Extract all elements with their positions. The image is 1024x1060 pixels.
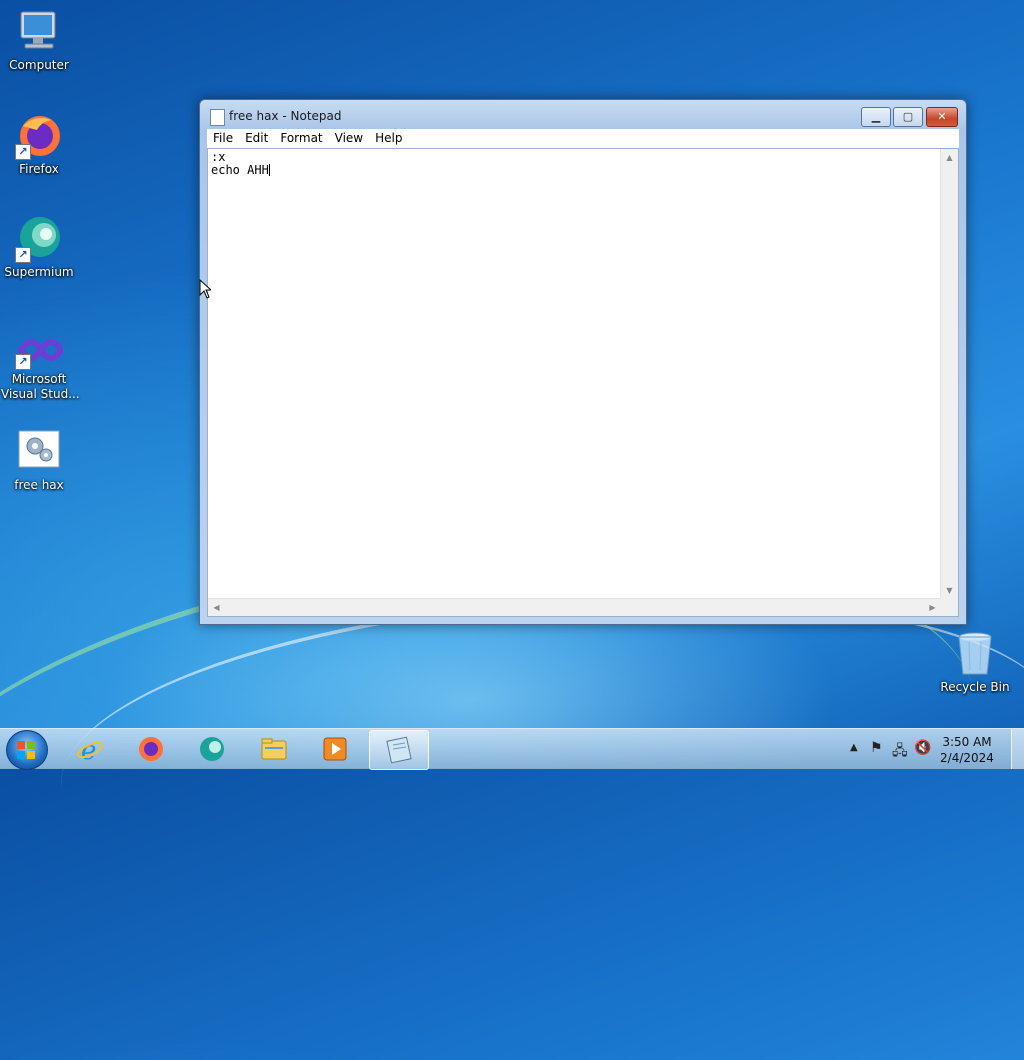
resize-grip-icon[interactable] (941, 599, 958, 616)
desktop-icon-label: Microsoft Visual Stud... (1, 372, 80, 401)
desktop-icon-visual-studio[interactable]: ↗ Microsoft Visual Stud... (1, 330, 80, 402)
menu-help[interactable]: Help (369, 129, 408, 148)
taskbar-supermium[interactable] (183, 730, 241, 768)
notepad-icon (386, 736, 412, 764)
desktop-icon-label: free hax (14, 478, 64, 492)
file-explorer-icon (261, 738, 287, 760)
menu-view[interactable]: View (329, 129, 369, 148)
computer-icon (15, 8, 63, 56)
window-title: free hax - Notepad (229, 109, 342, 123)
desktop-icon-free-hax[interactable]: free hax (1, 428, 77, 493)
shortcut-arrow-icon: ↗ (15, 247, 31, 263)
scroll-right-icon[interactable]: ▶ (924, 599, 941, 616)
desktop-icon-recycle-bin[interactable]: Recycle Bin (937, 630, 1013, 695)
scroll-up-icon[interactable]: ▲ (941, 149, 958, 166)
desktop-icon-label: Recycle Bin (940, 680, 1010, 694)
shortcut-arrow-icon: ↗ (15, 354, 31, 370)
batch-file-icon (15, 428, 63, 476)
menu-bar: File Edit Format View Help (207, 129, 959, 148)
maximize-button[interactable]: ▢ (893, 107, 923, 127)
close-icon: ✕ (937, 110, 947, 123)
horizontal-scrollbar[interactable]: ◀ ▶ (208, 598, 941, 616)
start-button[interactable] (6, 730, 48, 770)
svg-text:e: e (81, 736, 96, 763)
show-desktop-button[interactable] (1011, 729, 1024, 769)
desktop-icon-label: Supermium (4, 265, 74, 279)
editor-content[interactable]: :x echo AHH (211, 151, 938, 596)
show-hidden-icons-icon[interactable]: ▲ (850, 742, 858, 753)
taskbar-file-explorer[interactable] (245, 730, 303, 768)
clock[interactable]: 3:50 AM 2/4/2024 (937, 734, 997, 766)
taskbar-internet-explorer[interactable]: e (61, 730, 119, 768)
taskbar: e ▲ ⚑ 🖧 🔇 3:50 AM 2/4/2024 (0, 728, 1024, 770)
text-caret (268, 164, 270, 176)
scroll-down-icon[interactable]: ▼ (941, 582, 958, 599)
notepad-icon (210, 109, 225, 126)
firefox-icon: ↗ (15, 112, 63, 160)
menu-file[interactable]: File (207, 129, 239, 148)
desktop-icon-label: Firefox (19, 162, 59, 176)
taskbar-notepad[interactable] (369, 730, 429, 770)
supermium-icon (200, 737, 224, 761)
menu-edit[interactable]: Edit (239, 129, 274, 148)
visual-studio-icon: ↗ (15, 330, 65, 370)
network-icon[interactable]: 🖧 (892, 740, 908, 764)
title-bar[interactable]: free hax - Notepad ▁ ▢ ✕ (200, 100, 966, 130)
text-editor[interactable]: :x echo AHH ▲ ▼ ◀ ▶ (207, 148, 959, 617)
text-line: :x (211, 150, 226, 164)
text-line: echo AHH (211, 163, 269, 177)
desktop-icon-supermium[interactable]: ↗ Supermium (1, 215, 77, 280)
recycle-bin-icon (951, 630, 999, 678)
windows-logo-icon (17, 741, 35, 759)
supermium-icon: ↗ (15, 215, 63, 263)
text-line-cursor: echo AHH (211, 164, 938, 177)
firefox-icon (139, 737, 163, 761)
minimize-icon: ▁ (871, 110, 881, 123)
system-tray: ▲ ⚑ 🖧 🔇 3:50 AM 2/4/2024 (834, 729, 1024, 769)
taskbar-media-player[interactable] (306, 730, 364, 768)
close-button[interactable]: ✕ (926, 107, 958, 127)
notepad-window[interactable]: free hax - Notepad ▁ ▢ ✕ File Edit Format V… (199, 99, 967, 625)
desktop-icon-label: Computer (9, 58, 69, 72)
desktop-icon-firefox[interactable]: ↗ Firefox (1, 112, 77, 177)
shortcut-arrow-icon: ↗ (15, 144, 31, 160)
minimize-button[interactable]: ▁ (861, 107, 891, 127)
media-player-icon (323, 737, 347, 761)
scroll-left-icon[interactable]: ◀ (208, 599, 225, 616)
maximize-icon: ▢ (902, 110, 914, 123)
clock-date: 2/4/2024 (940, 751, 994, 765)
volume-muted-icon[interactable]: 🔇 (914, 740, 931, 756)
taskbar-firefox[interactable] (122, 730, 180, 768)
menu-format[interactable]: Format (274, 129, 328, 148)
internet-explorer-icon: e (77, 736, 103, 763)
vertical-scrollbar[interactable]: ▲ ▼ (940, 149, 958, 599)
clock-time: 3:50 AM (942, 735, 992, 749)
mouse-pointer-icon (199, 279, 211, 299)
action-center-flag-icon[interactable]: ⚑ (870, 740, 883, 756)
desktop-icon-computer[interactable]: Computer (1, 8, 77, 73)
